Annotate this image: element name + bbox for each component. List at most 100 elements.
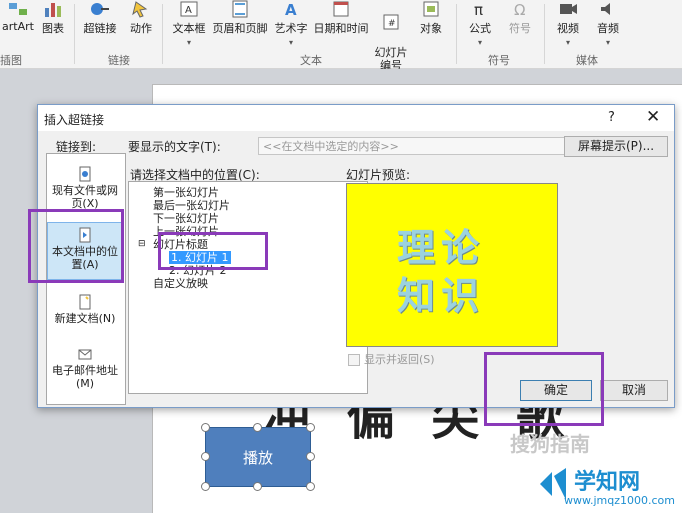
tree-item[interactable]: 最后一张幻灯片 bbox=[153, 199, 230, 212]
header-footer-icon bbox=[232, 0, 248, 18]
speaker-icon bbox=[601, 3, 610, 15]
resize-handle[interactable] bbox=[201, 452, 210, 461]
link-existing-file[interactable]: 现有文件或网页(X) bbox=[47, 166, 123, 210]
symbol-button[interactable]: Ω 符号 bbox=[502, 0, 538, 36]
date-time-button[interactable]: 日期和时间 bbox=[312, 0, 370, 36]
ribbon-separator bbox=[74, 4, 75, 64]
equation-label: 公式 bbox=[469, 22, 491, 35]
audio-button[interactable]: 音频 ▾ bbox=[590, 0, 626, 47]
new-document-icon bbox=[79, 294, 91, 310]
wordart-label: 艺术字 bbox=[274, 22, 308, 35]
chart-button[interactable]: 图表 bbox=[38, 0, 68, 36]
chart-icon bbox=[45, 3, 61, 17]
video-button[interactable]: 视频 ▾ bbox=[550, 0, 586, 47]
slide-preview: 理论 知识 bbox=[346, 183, 558, 347]
smartart-label: artArt bbox=[2, 20, 34, 33]
resize-handle[interactable] bbox=[201, 482, 210, 491]
slide-preview-line: 理论 bbox=[397, 225, 486, 270]
slide-number-icon: # bbox=[383, 14, 399, 30]
video-label: 视频 bbox=[557, 22, 579, 35]
action-label: 动作 bbox=[130, 22, 152, 35]
chevron-down-icon: ▾ bbox=[186, 38, 191, 47]
svg-text:Ω: Ω bbox=[514, 1, 525, 18]
header-footer-label: 页眉和页脚 bbox=[212, 22, 268, 35]
pi-icon: π bbox=[474, 1, 483, 18]
link-new-document-label: 新建文档(N) bbox=[54, 312, 116, 325]
wordart-button[interactable]: A 艺术字 ▾ bbox=[270, 0, 312, 47]
display-text-field[interactable]: <<在文档中选定的内容>> bbox=[258, 137, 591, 155]
resize-handle[interactable] bbox=[253, 423, 262, 432]
header-footer-button[interactable]: 页眉和页脚 bbox=[210, 0, 270, 36]
web-page-icon bbox=[79, 166, 91, 182]
dialog-title: 插入超链接 bbox=[44, 113, 105, 127]
object-button[interactable]: 对象 bbox=[414, 0, 448, 36]
ribbon-separator bbox=[456, 4, 457, 64]
resize-handle[interactable] bbox=[306, 452, 315, 461]
screentip-button[interactable]: 屏幕提示(P)... bbox=[564, 136, 668, 157]
action-button[interactable]: 动作 bbox=[124, 0, 158, 36]
wordart-icon: A bbox=[285, 1, 297, 18]
slide-number-button[interactable]: # 幻灯片 编号 bbox=[372, 0, 410, 72]
smartart-icon bbox=[9, 3, 27, 15]
date-time-label: 日期和时间 bbox=[313, 22, 369, 35]
site-url: www.jmqz1000.com bbox=[564, 494, 675, 507]
group-label-symbols: 符号 bbox=[488, 54, 510, 67]
slide-preview-line: 知识 bbox=[397, 273, 486, 318]
preview-label: 幻灯片预览: bbox=[346, 168, 411, 182]
link-new-document[interactable]: 新建文档(N) bbox=[47, 294, 123, 325]
svg-text:π: π bbox=[474, 1, 483, 18]
collapse-toggle-icon[interactable]: ⊟ bbox=[138, 238, 146, 251]
calendar-icon bbox=[333, 1, 349, 17]
svg-text:A: A bbox=[285, 1, 297, 18]
object-icon bbox=[423, 1, 439, 17]
chevron-down-icon: ▾ bbox=[477, 38, 482, 47]
symbol-label: 符号 bbox=[509, 22, 531, 35]
insert-ribbon: artArt 图表 超链接 动作 A 文本框 ▾ 页眉和页脚 A 艺术字 ▾ 日… bbox=[0, 0, 682, 72]
help-button[interactable]: ? bbox=[608, 110, 615, 125]
tree-item[interactable]: 第一张幻灯片 bbox=[153, 186, 219, 199]
resize-handle[interactable] bbox=[253, 482, 262, 491]
object-label: 对象 bbox=[420, 22, 442, 35]
video-icon bbox=[560, 4, 577, 14]
site-logo: 学知网 www.jmqz1000.com bbox=[534, 460, 682, 512]
equation-button[interactable]: π 公式 ▾ bbox=[462, 0, 498, 47]
play-shape[interactable]: 播放 bbox=[205, 427, 311, 487]
resize-handle[interactable] bbox=[201, 423, 210, 432]
textbox-icon: A bbox=[180, 1, 198, 17]
slide-preview-text: 理论 知识 bbox=[397, 224, 485, 320]
link-existing-file-label: 现有文件或网页(X) bbox=[52, 184, 118, 210]
document-place-tree[interactable]: 第一张幻灯片 最后一张幻灯片 下一张幻灯片 上一张幻灯片 ⊟ 幻灯片标题 1. … bbox=[128, 181, 368, 394]
show-and-return-checkbox[interactable]: 显示并返回(S) bbox=[348, 351, 435, 367]
tree-item[interactable]: 下一张幻灯片 bbox=[153, 212, 219, 225]
site-name: 学知网 bbox=[574, 470, 641, 495]
textbox-button[interactable]: A 文本框 ▾ bbox=[168, 0, 210, 47]
audio-label: 音频 bbox=[597, 22, 619, 35]
group-label-links: 链接 bbox=[108, 54, 130, 67]
action-icon bbox=[132, 1, 148, 18]
hyperlink-icon bbox=[91, 3, 109, 15]
tree-item[interactable]: 自定义放映 bbox=[153, 277, 208, 290]
link-email-address[interactable]: 电子邮件地址(M) bbox=[47, 346, 123, 390]
email-icon bbox=[78, 349, 92, 360]
chevron-down-icon: ▾ bbox=[565, 38, 570, 47]
link-email-address-label: 电子邮件地址(M) bbox=[52, 364, 118, 390]
svg-text:A: A bbox=[185, 5, 192, 16]
group-label-text: 文本 bbox=[300, 54, 322, 67]
close-button[interactable]: ✕ bbox=[646, 107, 660, 127]
cancel-button[interactable]: 取消 bbox=[600, 380, 668, 401]
play-shape-label: 播放 bbox=[242, 448, 273, 467]
display-text-label: 要显示的文字(T): bbox=[128, 140, 221, 154]
ribbon-separator bbox=[544, 4, 545, 64]
svg-text:#: # bbox=[388, 19, 396, 29]
resize-handle[interactable] bbox=[306, 482, 315, 491]
omega-icon: Ω bbox=[514, 1, 525, 18]
highlight-box bbox=[28, 209, 124, 283]
ribbon-separator bbox=[162, 4, 163, 64]
chevron-down-icon: ▾ bbox=[288, 38, 293, 47]
smartart-button[interactable]: artArt bbox=[0, 0, 36, 33]
hyperlink-button[interactable]: 超链接 bbox=[80, 0, 120, 36]
resize-handle[interactable] bbox=[306, 423, 315, 432]
hyperlink-label: 超链接 bbox=[83, 22, 117, 35]
checkbox-box[interactable] bbox=[348, 354, 360, 366]
textbox-label: 文本框 bbox=[172, 22, 206, 35]
